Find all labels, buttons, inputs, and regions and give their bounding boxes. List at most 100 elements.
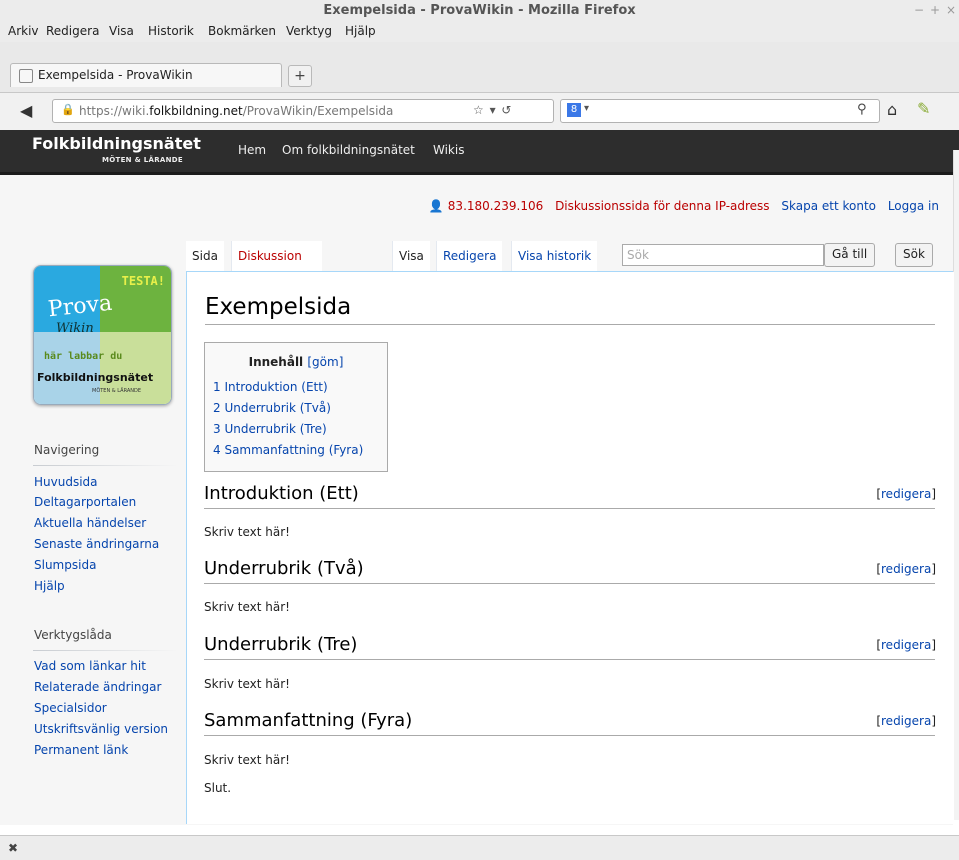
- page-title: Exempelsida: [205, 294, 352, 320]
- section-heading-1: Introduktion (Ett): [204, 483, 359, 504]
- section-heading-2: Underrubrik (Två): [204, 558, 364, 579]
- section-underline-4: [204, 735, 935, 736]
- browser-search-bar[interactable]: 8 ▾ ⚲: [560, 99, 880, 123]
- menu-bokmarken[interactable]: Bokmärken: [208, 24, 276, 38]
- wiki-search-input[interactable]: Sök: [622, 244, 824, 266]
- tab-visa[interactable]: Visa: [392, 241, 430, 272]
- magnifier-icon[interactable]: ⚲: [857, 102, 867, 117]
- sidebar-item-hjalp[interactable]: Hjälp: [34, 579, 65, 593]
- toc-item-1[interactable]: 1 Introduktion (Ett): [213, 380, 328, 394]
- bookmark-star-reload-icons[interactable]: ☆ ▾ ↺: [473, 103, 512, 117]
- home-icon[interactable]: ⌂: [887, 100, 897, 119]
- toolbox-heading: Verktygslåda: [34, 628, 112, 642]
- sidebar-item-permanent-lank[interactable]: Permanent länk: [34, 743, 128, 757]
- ip-talk-link[interactable]: Diskussionssida för denna IP-adress: [555, 199, 769, 213]
- close-addon-bar-icon[interactable]: ✖: [8, 841, 18, 855]
- menu-bar: Arkiv Redigera Visa Historik Bokmärken V…: [0, 22, 959, 42]
- edit-section-2-link[interactable]: redigera: [881, 562, 931, 576]
- maximize-icon[interactable]: +: [928, 3, 942, 17]
- menu-hjalp[interactable]: Hjälp: [345, 24, 376, 38]
- addon-icon[interactable]: ✎: [917, 99, 930, 118]
- go-button[interactable]: Gå till: [824, 243, 876, 267]
- login-link[interactable]: Logga in: [888, 199, 939, 213]
- section-underline-2: [204, 583, 935, 584]
- navigation-heading: Navigering: [34, 443, 100, 457]
- create-account-link[interactable]: Skapa ett konto: [781, 199, 876, 213]
- google-search-engine-icon[interactable]: 8: [567, 103, 581, 117]
- tab-sida[interactable]: Sida: [186, 241, 224, 272]
- search-button[interactable]: Sök: [895, 243, 933, 267]
- tab-visa-label: Visa: [399, 249, 424, 263]
- section-heading-3: Underrubrik (Tre): [204, 634, 358, 655]
- sidebar-item-relaterade-andringar[interactable]: Relaterade ändringar: [34, 680, 161, 694]
- edit-section-1-link[interactable]: redigera: [881, 487, 931, 501]
- back-arrow-icon[interactable]: ◀: [20, 101, 32, 120]
- tab-visa-historik[interactable]: Visa historik: [511, 241, 598, 272]
- user-icon: 👤: [428, 199, 444, 213]
- sidebar-item-specialsidor[interactable]: Specialsidor: [34, 701, 107, 715]
- ip-address[interactable]: 83.180.239.106: [448, 199, 543, 213]
- site-logo-subtitle: MÖTEN & LÄRANDE: [102, 156, 183, 164]
- personal-tools: 👤 83.180.239.106 Diskussionssida för denn…: [429, 199, 939, 213]
- close-window-icon[interactable]: ×: [944, 3, 958, 17]
- edit-section-3-link[interactable]: redigera: [881, 638, 931, 652]
- tab-diskussion[interactable]: Diskussion: [231, 241, 322, 272]
- lock-icon: 🔒: [61, 103, 75, 116]
- menu-verktyg[interactable]: Verktyg: [286, 24, 332, 38]
- edit-section-4[interactable]: [redigera]: [876, 714, 936, 728]
- edit-section-2[interactable]: [redigera]: [876, 562, 936, 576]
- site-nav-hem[interactable]: Hem: [238, 143, 266, 157]
- url-path: /ProvaWikin/Exempelsida: [242, 104, 394, 118]
- menu-visa[interactable]: Visa: [109, 24, 134, 38]
- section-text-1: Skriv text här!: [204, 525, 290, 539]
- section-text-2: Skriv text här!: [204, 600, 290, 614]
- tab-redigera[interactable]: Redigera: [436, 241, 503, 272]
- browser-tab[interactable]: Exempelsida - ProvaWikin: [10, 63, 282, 87]
- sidebar-item-slumpsida[interactable]: Slumpsida: [34, 558, 96, 572]
- tab-visa-historik-label: Visa historik: [518, 249, 592, 263]
- site-logo[interactable]: Folkbildningsnätet: [32, 134, 201, 153]
- logo-testa-text: TESTA!: [121, 274, 165, 288]
- sidebar-item-huvudsida[interactable]: Huvudsida: [34, 475, 98, 489]
- search-engine-dropdown-icon[interactable]: ▾: [584, 103, 589, 114]
- menu-historik[interactable]: Historik: [148, 24, 194, 38]
- content-area: Exempelsida Innehåll [göm] 1 Introduktio…: [186, 272, 954, 824]
- edit-section-3[interactable]: [redigera]: [876, 638, 936, 652]
- title-underline: [205, 324, 935, 325]
- edit-section-1[interactable]: [redigera]: [876, 487, 936, 501]
- menu-redigera[interactable]: Redigera: [46, 24, 99, 38]
- url-text[interactable]: https://wiki.folkbildning.net/ProvaWikin…: [79, 104, 393, 118]
- toc-item-4[interactable]: 4 Sammanfattning (Fyra): [213, 443, 363, 457]
- section-text-3: Skriv text här!: [204, 677, 290, 691]
- edit-section-4-link[interactable]: redigera: [881, 714, 931, 728]
- sidebar-item-aktuella-handelser[interactable]: Aktuella händelser: [34, 516, 146, 530]
- sidebar-item-utskriftsvanlig-version[interactable]: Utskriftsvänlig version: [34, 722, 168, 736]
- sidebar-item-vad-som-lankar-hit[interactable]: Vad som länkar hit: [34, 659, 146, 673]
- logo-har-text: här labbar du: [44, 351, 123, 362]
- site-nav-om[interactable]: Om folkbildningsnätet: [282, 143, 415, 157]
- end-text: Slut.: [204, 781, 232, 795]
- browser-tab-title: Exempelsida - ProvaWikin: [38, 68, 193, 82]
- sidebar-item-senaste-andringarna[interactable]: Senaste ändringarna: [34, 537, 159, 551]
- toolbox-divider: [33, 650, 178, 651]
- section-underline-3: [204, 659, 935, 660]
- tab-sida-label: Sida: [192, 249, 218, 263]
- toc-item-2[interactable]: 2 Underrubrik (Två): [213, 401, 331, 415]
- toc-item-3[interactable]: 3 Underrubrik (Tre): [213, 422, 327, 436]
- url-bar[interactable]: 🔒 https://wiki.folkbildning.net/ProvaWik…: [52, 99, 554, 123]
- section-underline-1: [204, 508, 935, 509]
- logo-sub-text: MÖTEN & LÄRANDE: [92, 388, 142, 394]
- section-heading-4: Sammanfattning (Fyra): [204, 710, 413, 731]
- provawikin-logo[interactable]: TESTA! Prova Wikin här labbar du Folkbil…: [33, 265, 172, 405]
- new-tab-button[interactable]: +: [288, 65, 312, 87]
- site-nav-wikis[interactable]: Wikis: [433, 143, 464, 157]
- page-favicon-icon: [19, 69, 33, 83]
- tab-diskussion-label: Diskussion: [238, 249, 302, 263]
- toc-toggle-link[interactable]: [göm]: [307, 355, 343, 369]
- minimize-icon[interactable]: −: [912, 3, 926, 17]
- menu-arkiv[interactable]: Arkiv: [8, 24, 39, 38]
- sidebar-item-deltagarportalen[interactable]: Deltagarportalen: [34, 495, 136, 509]
- site-header-bar: Folkbildningsnätet MÖTEN & LÄRANDE Hem O…: [0, 130, 959, 175]
- logo-wikin-text: Wikin: [56, 321, 94, 336]
- toc-title: Innehåll [göm]: [205, 355, 387, 369]
